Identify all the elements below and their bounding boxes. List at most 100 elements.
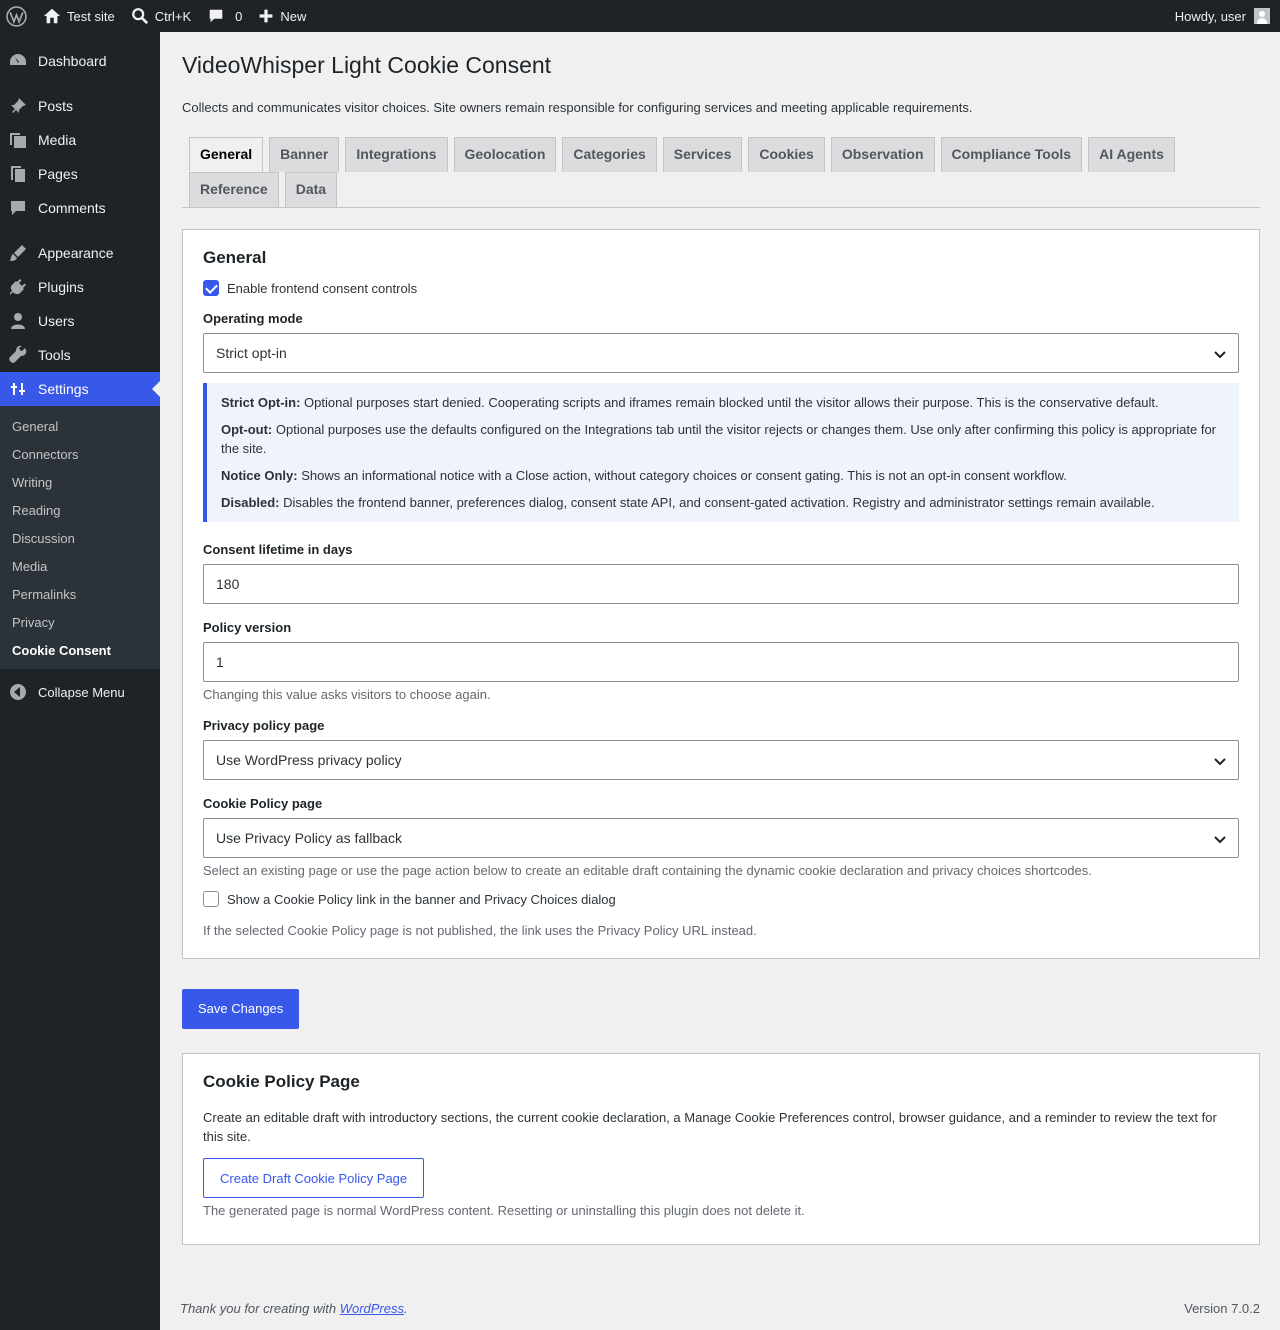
sidebar-item-label: Dashboard	[38, 53, 107, 69]
sidebar-item-label: Comments	[38, 200, 106, 216]
search-shortcut-label: Ctrl+K	[154, 8, 192, 24]
general-heading: General	[203, 248, 267, 267]
mode-optout-desc: Opt-out: Optional purposes use the defau…	[221, 422, 1216, 456]
enable-frontend-checkbox[interactable]	[203, 280, 219, 296]
footer-version: Version 7.0.2	[1184, 1301, 1260, 1316]
wrench-icon	[9, 345, 27, 363]
enable-frontend-label[interactable]: Enable frontend consent controls	[227, 281, 417, 296]
policy-version-help: Changing this value asks visitors to cho…	[203, 687, 491, 702]
submenu-general[interactable]: General	[0, 413, 160, 441]
brush-icon	[10, 245, 26, 261]
sidebar-item-media[interactable]: Media	[0, 123, 160, 157]
collapse-menu-button[interactable]: Collapse Menu	[0, 675, 160, 709]
policy-version-label: Policy version	[203, 620, 292, 635]
wordpress-link[interactable]: WordPress	[340, 1301, 404, 1316]
user-icon	[11, 313, 25, 329]
tab-data[interactable]: Data	[284, 172, 338, 207]
cookie-policy-text: Create an editable draft with introducto…	[203, 1110, 1217, 1144]
tab-observation[interactable]: Observation	[830, 137, 935, 172]
cookie-page-help: Select an existing page or use the page …	[203, 863, 1092, 878]
admin-sidebar: Dashboard Posts Media Pages Comments App…	[0, 32, 160, 1330]
show-link-help: If the selected Cookie Policy page is no…	[203, 923, 757, 938]
sidebar-item-label: Pages	[38, 166, 78, 182]
page-description: Collects and communicates visitor choice…	[182, 100, 973, 115]
tab-ai-agents[interactable]: AI Agents	[1088, 137, 1175, 172]
sidebar-item-label: Settings	[38, 381, 89, 397]
pages-icon	[11, 166, 25, 182]
settings-tabs: General Banner Integrations Geolocation …	[182, 137, 1260, 208]
sidebar-item-label: Appearance	[38, 245, 114, 261]
operating-mode-value: Strict opt-in	[216, 345, 287, 361]
cookie-policy-heading: Cookie Policy Page	[203, 1072, 360, 1091]
comments-link[interactable]: 0	[199, 0, 250, 32]
general-settings-card: General Enable frontend consent controls…	[182, 229, 1260, 959]
site-name: Test site	[67, 8, 115, 24]
page-title: VideoWhisper Light Cookie Consent	[182, 52, 552, 78]
tab-compliance-tools[interactable]: Compliance Tools	[940, 137, 1083, 172]
submenu-cookie-consent[interactable]: Cookie Consent	[0, 637, 160, 665]
policy-version-input[interactable]: 1	[203, 642, 1239, 682]
submenu-connectors[interactable]: Connectors	[0, 441, 160, 469]
media-icon	[10, 133, 26, 148]
privacy-page-value: Use WordPress privacy policy	[216, 752, 402, 768]
cookie-policy-card: Cookie Policy Page Create an editable dr…	[182, 1053, 1260, 1245]
comment-icon	[11, 201, 25, 215]
sidebar-item-users[interactable]: Users	[0, 304, 160, 338]
operating-mode-select[interactable]: Strict opt-in	[203, 333, 1239, 373]
admin-footer: Thank you for creating with WordPress. V…	[180, 1301, 1260, 1316]
howdy-text: Howdy, user	[1174, 8, 1246, 24]
tab-integrations[interactable]: Integrations	[345, 137, 448, 172]
create-draft-policy-button[interactable]: Create Draft Cookie Policy Page	[203, 1158, 425, 1198]
show-link-label[interactable]: Show a Cookie Policy link in the banner …	[227, 892, 616, 907]
account-menu[interactable]: Howdy, user	[1167, 0, 1280, 32]
sidebar-item-label: Posts	[38, 98, 74, 114]
sidebar-item-label: Media	[38, 132, 77, 148]
wordpress-logo-icon[interactable]	[0, 0, 35, 32]
show-link-checkbox[interactable]	[203, 891, 219, 907]
home-icon	[43, 8, 61, 24]
tab-banner[interactable]: Banner	[269, 137, 340, 172]
sidebar-item-label: Users	[38, 313, 75, 329]
new-content-link[interactable]: New	[250, 0, 314, 32]
sidebar-item-posts[interactable]: Posts	[0, 89, 160, 123]
tab-general[interactable]: General	[189, 137, 264, 172]
submenu-reading[interactable]: Reading	[0, 497, 160, 525]
submenu-writing[interactable]: Writing	[0, 469, 160, 497]
sidebar-item-tools[interactable]: Tools	[0, 338, 160, 372]
plus-icon	[260, 9, 273, 23]
tab-reference[interactable]: Reference	[189, 172, 279, 207]
plug-icon	[10, 279, 26, 295]
tab-geolocation[interactable]: Geolocation	[453, 137, 557, 172]
tab-services[interactable]: Services	[662, 137, 743, 172]
sidebar-item-plugins[interactable]: Plugins	[0, 270, 160, 304]
consent-lifetime-input[interactable]: 180	[203, 564, 1239, 604]
tab-categories[interactable]: Categories	[562, 137, 657, 172]
privacy-page-select[interactable]: Use WordPress privacy policy	[203, 740, 1239, 780]
footer-thanks: Thank you for creating with WordPress.	[180, 1301, 408, 1316]
sidebar-item-dashboard[interactable]: Dashboard	[0, 44, 160, 78]
consent-lifetime-label: Consent lifetime in days	[203, 542, 353, 557]
pin-icon	[11, 98, 26, 113]
save-changes-button[interactable]: Save Changes	[182, 989, 300, 1029]
mode-notice-desc: Notice Only: Shows an informational noti…	[221, 468, 1067, 483]
sidebar-item-appearance[interactable]: Appearance	[0, 236, 160, 270]
site-name-link[interactable]: Test site	[35, 0, 123, 32]
submenu-privacy[interactable]: Privacy	[0, 609, 160, 637]
sidebar-item-settings[interactable]: Settings	[0, 372, 160, 406]
chevron-down-icon	[1214, 836, 1226, 844]
enable-frontend-row: Enable frontend consent controls	[203, 280, 1239, 296]
submenu-permalinks[interactable]: Permalinks	[0, 581, 160, 609]
privacy-page-label: Privacy policy page	[203, 718, 325, 733]
admin-bar: Test site Ctrl+K 0 New Howdy, user	[0, 0, 1280, 32]
tab-cookies[interactable]: Cookies	[748, 137, 825, 172]
sidebar-item-label: Tools	[38, 347, 71, 363]
chevron-down-icon	[1214, 351, 1226, 359]
sidebar-item-pages[interactable]: Pages	[0, 157, 160, 191]
search-shortcut[interactable]: Ctrl+K	[123, 0, 199, 32]
submenu-discussion[interactable]: Discussion	[0, 525, 160, 553]
submenu-media[interactable]: Media	[0, 553, 160, 581]
chevron-down-icon	[1214, 758, 1226, 766]
avatar	[1254, 8, 1270, 24]
sidebar-item-comments[interactable]: Comments	[0, 191, 160, 225]
cookie-page-select[interactable]: Use Privacy Policy as fallback	[203, 818, 1239, 858]
